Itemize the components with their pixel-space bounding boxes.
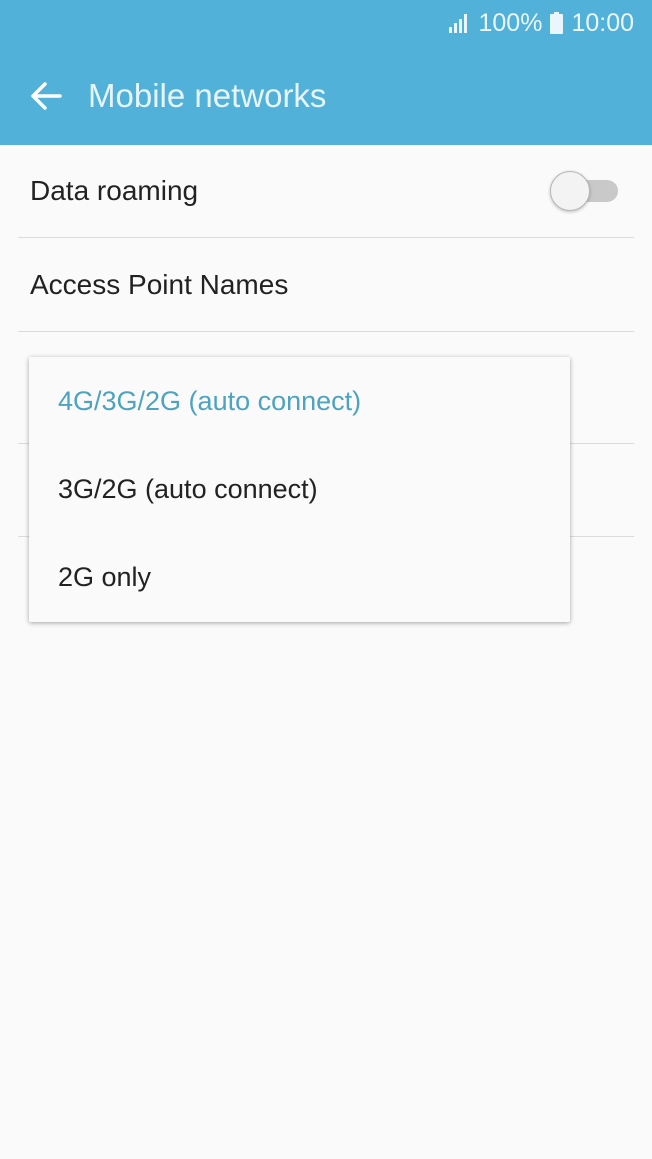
option-2g-only[interactable]: 2G only (29, 533, 570, 621)
data-roaming-label: Data roaming (30, 175, 199, 206)
arrow-left-icon (31, 82, 62, 110)
network-mode-dropdown: 4G/3G/2G (auto connect) 3G/2G (auto conn… (29, 357, 570, 622)
battery-percent: 100% (478, 8, 543, 37)
page-title: Mobile networks (88, 77, 327, 114)
signal-icon (449, 14, 468, 33)
battery-icon (550, 12, 564, 34)
option-4g-3g-2g[interactable]: 4G/3G/2G (auto connect) (29, 357, 570, 445)
option-3g-2g[interactable]: 3G/2G (auto connect) (29, 445, 570, 533)
access-point-names-row[interactable]: Access Point Names (18, 238, 634, 332)
header: 100% 10:00 Mobile networks (0, 0, 652, 145)
status-bar: 100% 10:00 (448, 0, 634, 46)
data-roaming-toggle[interactable] (550, 171, 618, 211)
status-time: 10:00 (571, 8, 634, 37)
access-point-names-label: Access Point Names (30, 268, 289, 300)
toggle-thumb (550, 171, 590, 211)
app-bar: Mobile networks (0, 58, 652, 134)
back-button[interactable] (24, 74, 68, 118)
data-roaming-row[interactable]: Data roaming (18, 145, 634, 238)
